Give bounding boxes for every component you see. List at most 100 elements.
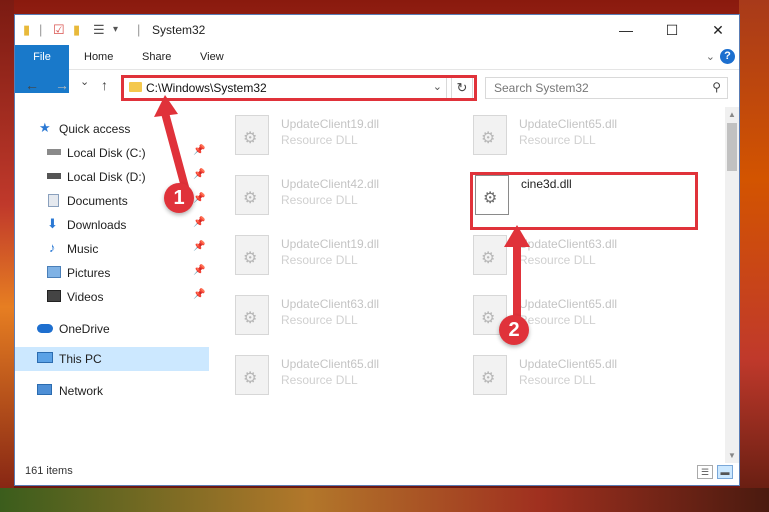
gear-icon: ⚙ <box>481 310 496 327</box>
videos-icon <box>47 290 61 302</box>
cloud-icon <box>37 324 53 333</box>
network-icon <box>37 384 52 395</box>
scroll-up-icon[interactable]: ▲ <box>728 110 736 119</box>
tab-view[interactable]: View <box>188 45 236 69</box>
sidebar-item-this-pc[interactable]: This PC <box>15 347 209 371</box>
sidebar-item-videos[interactable]: Videos 📌 <box>15 285 209 309</box>
file-name: UpdateClient19.dll <box>281 117 380 131</box>
file-item[interactable]: ⚙ UpdateClient42.dll Resource DLL <box>235 175 465 223</box>
sidebar-item-label: OneDrive <box>59 322 110 336</box>
pin-icon[interactable]: 📌 <box>193 241 205 252</box>
file-name: UpdateClient65.dll <box>519 357 618 371</box>
drive-icon <box>47 149 61 155</box>
sidebar-item-label: Local Disk (C:) <box>67 146 146 160</box>
sidebar-item-label: Music <box>67 242 99 256</box>
file-type: Resource DLL <box>519 133 596 147</box>
pin-icon[interactable]: 📌 <box>193 289 205 300</box>
file-name: UpdateClient63.dll <box>281 297 380 311</box>
large-icons-view-icon[interactable]: ▬ <box>717 465 733 479</box>
file-type: Resource DLL <box>281 313 358 327</box>
gear-icon: ⚙ <box>243 310 258 327</box>
desktop-background-right <box>739 0 769 512</box>
file-name: UpdateClient19.dll <box>281 237 380 251</box>
file-item[interactable]: ⚙ UpdateClient19.dll Resource DLL <box>235 235 465 283</box>
back-button[interactable]: ← <box>25 77 39 93</box>
step-1-badge: 1 <box>164 183 194 213</box>
up-button[interactable]: ↑ <box>101 77 108 93</box>
help-icon[interactable]: ? <box>720 49 735 64</box>
expand-ribbon-icon[interactable]: ⌄ <box>706 50 715 63</box>
details-view-icon[interactable]: ☰ <box>697 465 713 479</box>
music-icon: ♪ <box>49 240 56 255</box>
gear-icon: ⚙ <box>243 250 258 267</box>
step-2-badge: 2 <box>499 315 529 345</box>
item-count: 161 items <box>25 465 73 477</box>
maximize-button[interactable]: ☐ <box>649 15 695 45</box>
tab-share[interactable]: Share <box>130 45 183 69</box>
file-list: ⚙ UpdateClient19.dll Resource DLL ⚙ Upda… <box>223 107 723 463</box>
drive-icon <box>47 173 61 179</box>
file-type: Resource DLL <box>281 373 358 387</box>
close-button[interactable]: ✕ <box>695 15 741 45</box>
search-input[interactable]: Search System32 ⚲ <box>485 77 728 99</box>
dll-file-icon: ⚙ <box>235 355 269 395</box>
sidebar-item-label: This PC <box>59 352 102 366</box>
file-type: Resource DLL <box>281 253 358 267</box>
tab-home[interactable]: Home <box>72 45 125 69</box>
forward-button[interactable]: → <box>55 77 69 93</box>
dll-file-icon: ⚙ <box>235 115 269 155</box>
separator: | <box>39 22 43 37</box>
file-item[interactable]: ⚙ UpdateClient63.dll Resource DLL <box>235 295 465 343</box>
arrow-icon <box>154 95 189 191</box>
new-folder-icon[interactable]: ▮ <box>73 22 80 38</box>
dll-file-icon: ⚙ <box>235 235 269 275</box>
arrow-icon <box>504 225 530 321</box>
file-item[interactable]: ⚙ UpdateClient65.dll Resource DLL <box>235 355 465 403</box>
documents-icon <box>48 194 59 207</box>
gear-icon: ⚙ <box>481 250 496 267</box>
quick-access-toolbar-icon[interactable]: ☰ <box>93 22 105 38</box>
pin-icon[interactable]: 📌 <box>193 265 205 276</box>
scrollbar-thumb[interactable] <box>727 123 737 171</box>
sidebar-item-network[interactable]: Network <box>15 379 209 403</box>
gear-icon: ⚙ <box>243 190 258 207</box>
explorer-window: ▮ | ☑ ▮ ☰ ▾ | System32 — ☐ ✕ File Home S… <box>14 14 740 486</box>
sidebar-item-label: Documents <box>67 194 128 208</box>
properties-icon[interactable]: ☑ <box>53 22 65 38</box>
sidebar-item-downloads[interactable]: ⬇ Downloads 📌 <box>15 213 209 237</box>
ribbon: File Home Share View ⌄ ? <box>15 45 739 93</box>
sidebar-item-music[interactable]: ♪ Music 📌 <box>15 237 209 261</box>
computer-icon <box>37 352 53 363</box>
recent-locations-button[interactable]: ⌄ <box>80 75 89 88</box>
sidebar-item-label: Local Disk (D:) <box>67 170 146 184</box>
pictures-icon <box>47 266 61 278</box>
search-placeholder: Search System32 <box>494 81 589 95</box>
folder-icon[interactable]: ▮ <box>23 22 30 38</box>
file-item[interactable]: ⚙ UpdateClient65.dll Resource DLL <box>473 355 703 403</box>
star-icon: ★ <box>39 120 51 135</box>
desktop-background-left <box>0 0 14 512</box>
file-item[interactable]: ⚙ UpdateClient65.dll Resource DLL <box>473 115 703 163</box>
download-icon: ⬇ <box>47 216 58 231</box>
sidebar-item-onedrive[interactable]: OneDrive <box>15 317 209 341</box>
sidebar-item-pictures[interactable]: Pictures 📌 <box>15 261 209 285</box>
customize-toolbar-icon[interactable]: ▾ <box>113 24 118 35</box>
gear-icon: ⚙ <box>481 130 496 147</box>
file-highlight-box <box>470 172 698 230</box>
sidebar-item-label: Videos <box>67 290 104 304</box>
scroll-down-icon[interactable]: ▼ <box>728 451 736 460</box>
file-type: Resource DLL <box>281 133 358 147</box>
sidebar-item-label: Pictures <box>67 266 111 280</box>
file-item[interactable]: ⚙ UpdateClient19.dll Resource DLL <box>235 115 465 163</box>
sidebar-item-label: Network <box>59 384 104 398</box>
file-type: Resource DLL <box>281 193 358 207</box>
pin-icon[interactable]: 📌 <box>193 217 205 228</box>
search-icon: ⚲ <box>712 80 721 94</box>
vertical-scrollbar[interactable]: ▲ ▼ <box>725 107 739 463</box>
file-name: UpdateClient65.dll <box>519 117 618 131</box>
minimize-button[interactable]: — <box>603 15 649 45</box>
gear-icon: ⚙ <box>243 370 258 387</box>
title-bar: ▮ | ☑ ▮ ☰ ▾ | System32 — ☐ ✕ <box>15 15 739 45</box>
desktop-background-bottom <box>0 488 769 512</box>
separator: | <box>137 22 141 37</box>
